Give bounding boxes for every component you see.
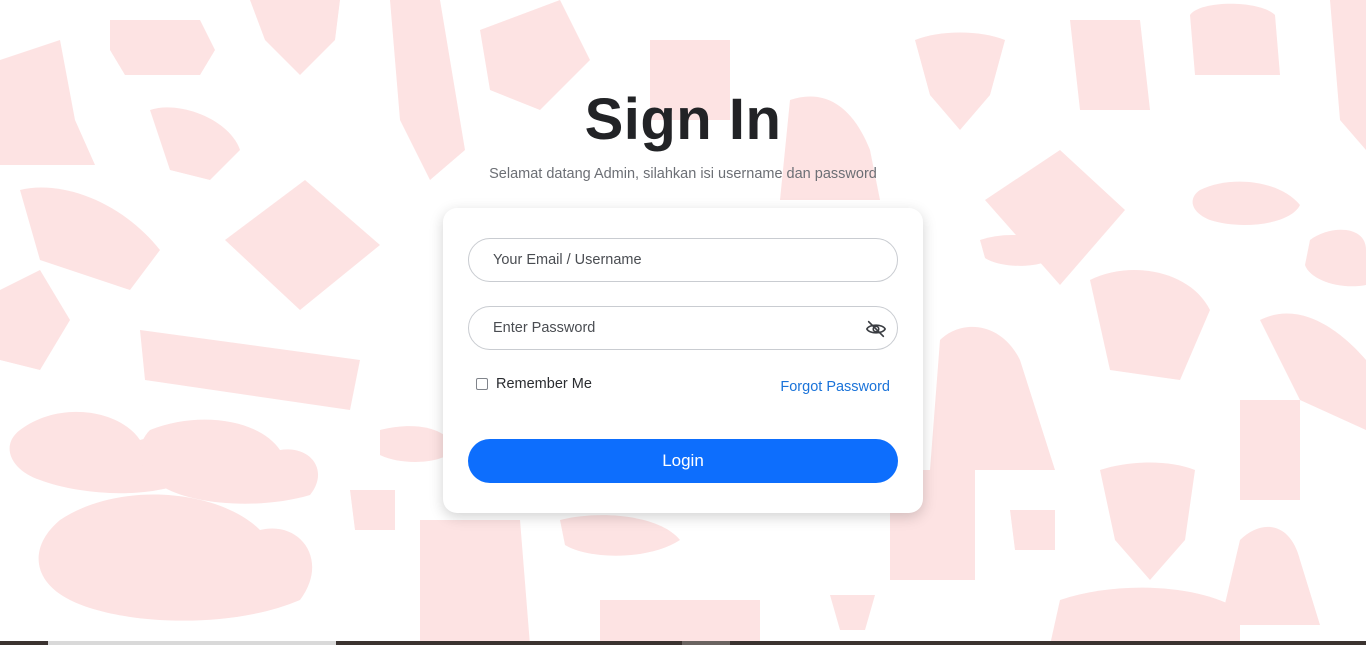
- remember-me[interactable]: Remember Me: [476, 376, 592, 392]
- taskbar-segment: [48, 641, 336, 645]
- password-input[interactable]: [493, 307, 853, 349]
- page-title: Sign In: [584, 87, 782, 152]
- email-input[interactable]: [493, 239, 853, 281]
- remember-me-label: Remember Me: [496, 376, 592, 392]
- forgot-password-link[interactable]: Forgot Password: [780, 379, 890, 395]
- login-card: Remember Me Forgot Password Login: [443, 208, 923, 513]
- password-field[interactable]: [468, 306, 898, 350]
- eye-off-icon[interactable]: [865, 318, 887, 340]
- page-subtitle: Selamat datang Admin, silahkan isi usern…: [489, 166, 877, 182]
- email-field[interactable]: [468, 238, 898, 282]
- sign-in-page: Sign In Selamat datang Admin, silahkan i…: [0, 0, 1366, 645]
- taskbar-segment: [682, 641, 730, 645]
- login-button[interactable]: Login: [468, 439, 898, 483]
- remember-me-checkbox[interactable]: [476, 378, 488, 390]
- taskbar-strip: [0, 641, 1366, 645]
